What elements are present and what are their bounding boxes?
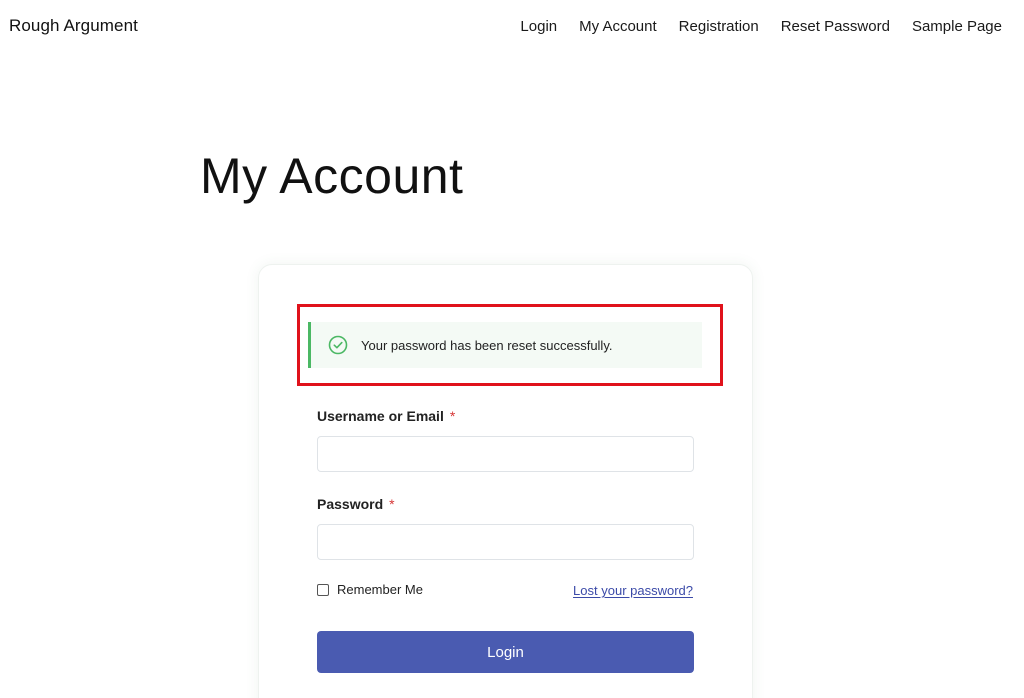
nav-item-sample-page[interactable]: Sample Page — [912, 18, 1002, 35]
password-label: Password * — [317, 496, 395, 512]
username-input[interactable] — [317, 436, 694, 472]
nav-item-login[interactable]: Login — [520, 18, 557, 35]
remember-me-label[interactable]: Remember Me — [337, 582, 423, 597]
remember-me[interactable]: Remember Me — [317, 582, 423, 597]
remember-me-checkbox[interactable] — [317, 583, 329, 596]
nav-item-registration[interactable]: Registration — [679, 18, 759, 35]
username-label: Username or Email * — [317, 408, 455, 424]
password-label-text: Password — [317, 496, 384, 512]
site-title[interactable]: Rough Argument — [9, 16, 138, 36]
login-button[interactable]: Login — [317, 631, 694, 673]
lost-password-link[interactable]: Lost your password? — [573, 583, 693, 598]
required-mark: * — [389, 496, 395, 512]
main-nav: Login My Account Registration Reset Pass… — [520, 18, 1002, 35]
username-label-text: Username or Email — [317, 408, 444, 424]
nav-item-my-account[interactable]: My Account — [579, 18, 657, 35]
nav-item-reset-password[interactable]: Reset Password — [781, 18, 890, 35]
highlight-box — [297, 304, 723, 386]
password-input[interactable] — [317, 524, 694, 560]
page-title: My Account — [200, 148, 464, 204]
required-mark: * — [449, 408, 456, 424]
